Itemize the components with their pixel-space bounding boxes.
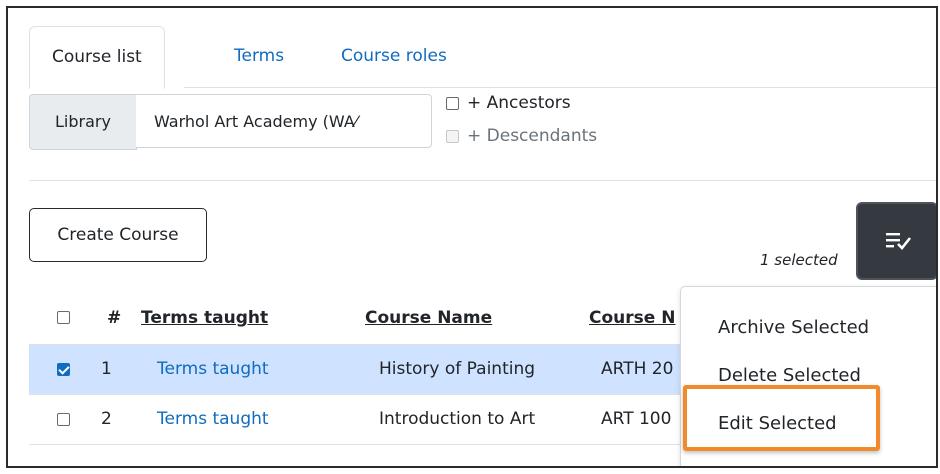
column-number: # [107, 308, 122, 328]
ancestors-label: + Ancestors [467, 93, 571, 113]
delete-selected-menu-item[interactable]: Delete Selected [718, 365, 861, 386]
frame-bottom-border [6, 466, 938, 468]
select-all-checkbox[interactable] [57, 311, 70, 324]
bulk-actions-button[interactable] [858, 204, 936, 278]
tab-course-list[interactable]: Course list [29, 26, 165, 89]
course-name: Introduction to Art [379, 409, 536, 429]
archive-selected-menu-item[interactable]: Archive Selected [718, 317, 869, 338]
tab-terms[interactable]: Terms [234, 26, 284, 86]
create-course-button[interactable]: Create Course [29, 208, 207, 262]
column-course-name[interactable]: Course Name [365, 308, 492, 328]
course-number: ART 100 [601, 409, 672, 429]
column-course-number[interactable]: Course N [589, 308, 675, 328]
highlight-box [683, 385, 880, 451]
course-number: ARTH 20 [601, 359, 674, 379]
descendants-checkbox [446, 129, 459, 143]
tab-divider [184, 87, 936, 88]
course-name: History of Painting [379, 359, 536, 379]
list-check-icon [886, 233, 912, 250]
library-label: Library [29, 94, 137, 150]
tab-bar: Course list Terms Course roles [29, 26, 929, 89]
terms-taught-link[interactable]: Terms taught [157, 359, 269, 379]
row-checkbox[interactable] [57, 413, 70, 426]
section-divider [29, 180, 936, 181]
row-number: 1 [101, 359, 112, 379]
tab-course-roles[interactable]: Course roles [341, 26, 447, 86]
selected-count: 1 selected [760, 251, 838, 269]
ancestors-option[interactable]: + Ancestors [446, 93, 571, 113]
ancestors-checkbox[interactable] [446, 96, 459, 110]
row-checkbox[interactable] [57, 363, 70, 376]
library-select[interactable]: Warhol Art Academy (WA⁄ [136, 94, 432, 148]
column-terms-taught[interactable]: Terms taught [141, 308, 268, 328]
row-number: 2 [101, 409, 112, 429]
descendants-label: + Descendants [467, 126, 598, 146]
descendants-option: + Descendants [446, 126, 597, 146]
terms-taught-link[interactable]: Terms taught [157, 409, 269, 429]
